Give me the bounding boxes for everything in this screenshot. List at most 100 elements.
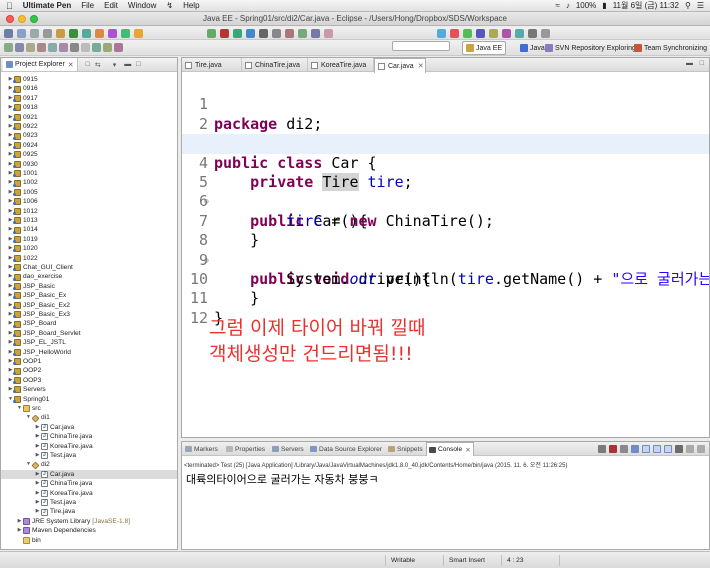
toolbar-button-icon[interactable]	[121, 29, 130, 38]
toolbar-button-icon[interactable]	[437, 29, 446, 38]
tree-item[interactable]: ▶ KoreaTire.java	[1, 442, 177, 451]
tree-item[interactable]: ▶ 0915	[1, 75, 177, 84]
toolbar-button-icon[interactable]	[103, 43, 112, 52]
toolbar-button-icon[interactable]	[233, 29, 242, 38]
tree-item[interactable]: ▶ JSP_Board	[1, 319, 177, 328]
chevron-right-icon[interactable]: ▶	[34, 423, 41, 432]
toolbar-button-icon[interactable]	[463, 29, 472, 38]
show-on-output-icon[interactable]	[653, 445, 661, 453]
toolbar-button-icon[interactable]	[541, 29, 550, 38]
toolbar-button-icon[interactable]	[134, 29, 143, 38]
menu-file[interactable]: File	[81, 1, 94, 10]
toolbar-button-icon[interactable]	[489, 29, 498, 38]
toolbar-button-icon[interactable]	[311, 29, 320, 38]
tree-item[interactable]: ▶ Test.java	[1, 451, 177, 460]
tab-car-java[interactable]: Car.java ✕	[374, 58, 426, 73]
tree-item[interactable]: ▶ 0917	[1, 94, 177, 103]
minimize-view-icon[interactable]	[686, 445, 694, 453]
toolbar-button-icon[interactable]	[207, 29, 216, 38]
tree-item[interactable]: ▶ Car.java	[1, 423, 177, 432]
open-console-icon[interactable]	[675, 445, 683, 453]
tree-item[interactable]: ▶ 1014	[1, 225, 177, 234]
toolbar-button-icon[interactable]	[108, 29, 117, 38]
tree-item[interactable]: ▶ KoreaTire.java	[1, 489, 177, 498]
project-explorer-tab[interactable]: Project Explorer ✕	[3, 58, 78, 71]
tree-item[interactable]: ▶ OOP1	[1, 357, 177, 366]
toolbar-button-icon[interactable]	[70, 43, 79, 52]
toolbar-button-icon[interactable]	[114, 43, 123, 52]
toolbar-button-icon[interactable]	[69, 29, 78, 38]
toolbar-button-icon[interactable]	[81, 43, 90, 52]
close-icon[interactable]: ✕	[465, 446, 471, 454]
toolbar-button-icon[interactable]	[450, 29, 459, 38]
tree-item[interactable]: ▶ 0918	[1, 103, 177, 112]
tree-item[interactable]: ▶ JSP_HelloWorld	[1, 348, 177, 357]
tab-data-source-explorer[interactable]: Data Source Explorer	[308, 442, 384, 456]
battery-level[interactable]: 100%	[576, 1, 596, 10]
close-window-button[interactable]	[6, 15, 14, 23]
tree-item[interactable]: ▶ OOP2	[1, 366, 177, 375]
toolbar-button-icon[interactable]	[4, 43, 13, 52]
toolbar-button-icon[interactable]	[37, 43, 46, 52]
zoom-window-button[interactable]	[30, 15, 38, 23]
toolbar-button-icon[interactable]	[246, 29, 255, 38]
menu-help[interactable]: Help	[183, 1, 199, 10]
tab-tire-java[interactable]: Tire.java	[182, 58, 242, 72]
toolbar-button-icon[interactable]	[4, 29, 13, 38]
perspective-team-synchronizing[interactable]: Team Synchronizing	[630, 41, 710, 55]
chevron-right-icon[interactable]: ▶	[34, 479, 41, 488]
tree-item[interactable]: ▶ 1012	[1, 207, 177, 216]
chevron-right-icon[interactable]: ▶	[34, 498, 41, 507]
chevron-right-icon[interactable]: ▶	[34, 432, 41, 441]
tab-snippets[interactable]: Snippets	[386, 442, 425, 456]
toolbar-button-icon[interactable]	[17, 29, 26, 38]
tree-item[interactable]: ▶ 1022	[1, 254, 177, 263]
word-wrap-icon[interactable]	[642, 445, 650, 453]
chevron-right-icon[interactable]: ▶	[34, 451, 41, 460]
chevron-down-icon[interactable]: ▼	[16, 404, 23, 413]
tree-item[interactable]: ▶ JSP_Board_Servlet	[1, 329, 177, 338]
menu-edit[interactable]: Edit	[104, 1, 118, 10]
tree-item[interactable]: ▶ JSP_EL_JSTL	[1, 338, 177, 347]
close-icon[interactable]: ✕	[418, 62, 424, 70]
toolbar-button-icon[interactable]	[48, 43, 57, 52]
tree-item[interactable]: ▶ 1006	[1, 197, 177, 206]
tree-item[interactable]: ▶ 0930	[1, 160, 177, 169]
tree-item[interactable]: ▶ 0921	[1, 113, 177, 122]
tab-koreatire-java[interactable]: KoreaTire.java	[308, 58, 374, 72]
tree-item[interactable]: ▶ Maven Dependencies	[1, 526, 177, 535]
perspective-svn-repository-exploring[interactable]: SVN Repository Exploring	[541, 41, 640, 55]
toolbar-button-icon[interactable]	[259, 29, 268, 38]
toolbar-button-icon[interactable]	[43, 29, 52, 38]
toolbar-button-icon[interactable]	[324, 29, 333, 38]
tree-item[interactable]: ▼ di2	[1, 460, 177, 470]
tree-item[interactable]: ▶ Chat_GUI_Client	[1, 263, 177, 272]
perspective-java-ee[interactable]: Java EE	[462, 41, 507, 55]
quick-access-input[interactable]	[392, 41, 450, 51]
tree-item[interactable]: ▶ JSP_Basic_Ex	[1, 291, 177, 300]
tree-item[interactable]: ▶ ChinaTire.java	[1, 432, 177, 441]
toolbar-button-icon[interactable]	[82, 29, 91, 38]
tree-item[interactable]: ▶ 1020	[1, 244, 177, 253]
tree-item[interactable]: ▶ OOP3	[1, 376, 177, 385]
toolbar-button-icon[interactable]	[476, 29, 485, 38]
tab-markers[interactable]: Markers	[183, 442, 220, 456]
toolbar-button-icon[interactable]	[220, 29, 229, 38]
chevron-right-icon[interactable]: ▶	[34, 470, 41, 479]
spotlight-icon[interactable]: ⚲	[685, 1, 691, 10]
remove-launch-icon[interactable]	[609, 445, 617, 453]
chevron-right-icon[interactable]: ▶	[34, 489, 41, 498]
toolbar-button-icon[interactable]	[15, 43, 24, 52]
toolbar-button-icon[interactable]	[528, 29, 537, 38]
code-area[interactable]: 1 package di2; 2 3 public class Car { 4 …	[182, 73, 709, 437]
tree-item[interactable]: ▶ dao_exercise	[1, 272, 177, 281]
minimize-view-icon[interactable]: ▬	[686, 60, 693, 67]
tree-item[interactable]: ▶ JSP_Basic_Ex3	[1, 310, 177, 319]
toolbar-button-icon[interactable]	[30, 29, 39, 38]
tree-item[interactable]: ▶ ChinaTire.java	[1, 479, 177, 488]
tree-item[interactable]: ▶ Servers	[1, 385, 177, 394]
chevron-right-icon[interactable]: ▶	[16, 517, 23, 526]
maximize-view-icon[interactable]	[697, 445, 705, 453]
toolbar-button-icon[interactable]	[92, 43, 101, 52]
console-output[interactable]: 대륙의타이어으로 굴러가는 자동차 붕붕ㅋ	[186, 471, 379, 487]
